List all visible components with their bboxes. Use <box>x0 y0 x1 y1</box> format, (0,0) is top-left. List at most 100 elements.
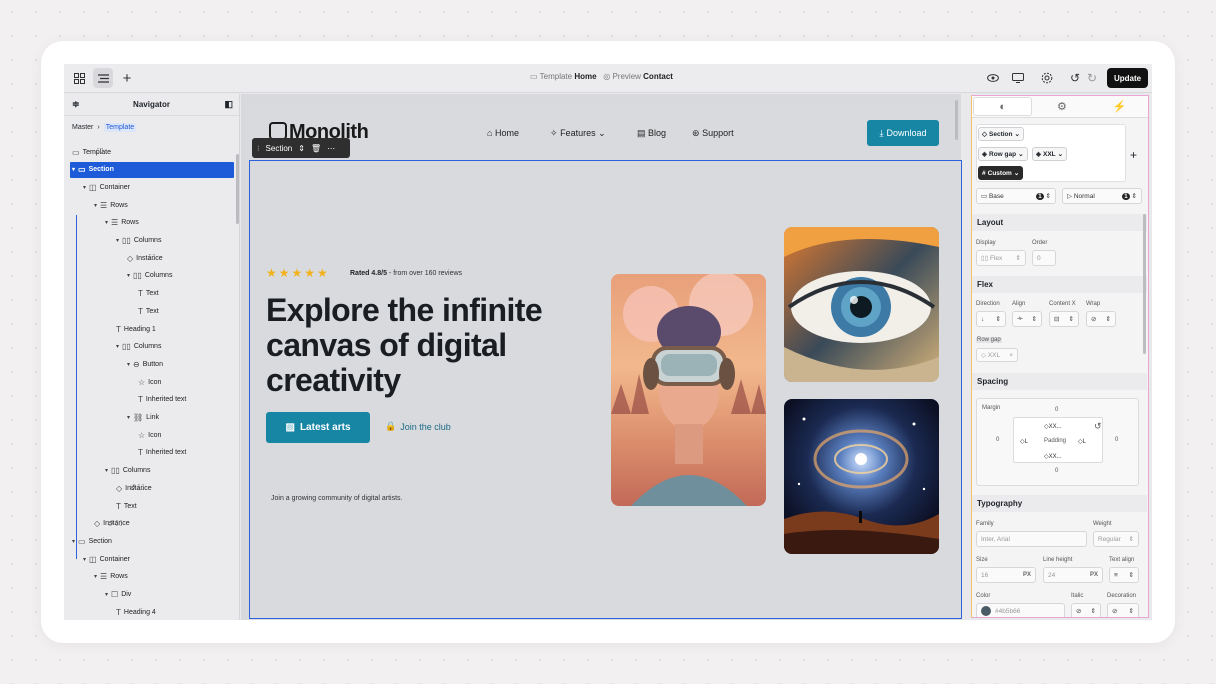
margin-left-value[interactable]: 0 <box>996 437 999 443</box>
display-select[interactable]: ▯▯ Flex ⇕ <box>976 250 1026 266</box>
tree-row[interactable]: ▾ ⛓ Link <box>64 410 159 426</box>
selector-section-chip[interactable]: ◇ Section ⌄ <box>978 127 1024 141</box>
tree-row[interactable]: ▾ ⊖ Button <box>64 356 163 372</box>
page-switcher[interactable]: ▭ Template Home ◎ Preview Contact <box>530 72 673 81</box>
breadcrumb-master[interactable]: Master <box>72 124 93 131</box>
align-select[interactable]: ⟛ ⇕ <box>1012 311 1042 327</box>
focus-icon[interactable]: ⛶ <box>149 253 155 263</box>
padding-left-token[interactable]: ◇L <box>1020 438 1028 445</box>
site-nav-support[interactable]: ⊛ Support <box>692 128 734 139</box>
tree-row[interactable]: T Text <box>64 498 137 514</box>
color-input[interactable]: #4b5b66 <box>976 603 1065 617</box>
tree-row[interactable]: ▾ ▭ Section <box>70 161 234 178</box>
tree-row[interactable]: T Inherited text <box>64 445 186 461</box>
font-family-input[interactable]: Inter, Arial <box>976 531 1087 547</box>
reset-focus-icon[interactable]: ↺ ⛶ <box>107 519 122 529</box>
redo-icon[interactable]: ↻ <box>1082 68 1102 88</box>
interactions-tab-icon[interactable]: ⚡ <box>1091 96 1148 117</box>
order-input[interactable]: 0 <box>1032 250 1056 266</box>
margin-top-value[interactable]: 0 <box>1055 407 1058 413</box>
padding-right-token[interactable]: ◇L <box>1078 438 1086 445</box>
site-nav-blog[interactable]: ▤ Blog <box>637 128 666 139</box>
wrap-select[interactable]: ⊘ ⇕ <box>1086 311 1116 327</box>
margin-bottom-value[interactable]: 0 <box>1055 468 1058 474</box>
drag-handle-icon[interactable]: ⁝ <box>257 144 260 153</box>
sidebar-icon[interactable]: ◧ <box>224 99 233 110</box>
padding-top-token[interactable]: ◇XX... <box>1044 423 1062 430</box>
layout-section-title[interactable]: Layout <box>972 214 1147 231</box>
chevron-down-icon[interactable]: ▾ <box>72 538 75 545</box>
chevron-down-icon[interactable]: ▾ <box>116 237 119 244</box>
chevron-down-icon[interactable]: ▾ <box>94 202 97 209</box>
margin-right-value[interactable]: 0 <box>1115 437 1118 443</box>
settings-tab-icon[interactable]: ⚙ <box>1033 96 1090 117</box>
tree-row[interactable]: ▭ Template ⛶ <box>64 144 111 160</box>
tree-row[interactable]: T Text <box>64 303 159 319</box>
direction-select[interactable]: ↓ ⇕ <box>976 311 1006 327</box>
spacing-section-title[interactable]: Spacing <box>972 373 1147 390</box>
tree-row[interactable]: ☆ Icon <box>64 427 161 443</box>
chevron-down-icon[interactable]: ▾ <box>94 573 97 580</box>
more-icon[interactable]: ⋯ <box>327 144 335 153</box>
join-club-link[interactable]: 🔒 Join the club <box>385 421 451 432</box>
tree-row[interactable]: ▾ ☐ Div <box>64 587 131 603</box>
add-icon[interactable]: + <box>117 68 137 88</box>
trash-icon[interactable]: 🗑 <box>311 144 321 153</box>
xxl-chip[interactable]: ◈ XXL ⌄ <box>1032 147 1068 161</box>
chevron-down-icon[interactable]: ▾ <box>116 343 119 350</box>
line-height-input[interactable]: 24 PX <box>1043 567 1103 583</box>
chevron-down-icon[interactable]: ▾ <box>72 166 75 173</box>
settings-icon[interactable] <box>1037 68 1057 88</box>
focus-icon[interactable]: ⛶ <box>97 147 103 157</box>
tree-row[interactable]: ▾ ◫ Container <box>64 551 130 567</box>
chevron-down-icon[interactable]: ▾ <box>127 361 130 368</box>
tree-row[interactable]: ▾ ☰ Rows <box>64 197 128 213</box>
collapse-icon[interactable]: ≑ <box>72 99 80 110</box>
navigator-scrollbar[interactable] <box>236 154 239 224</box>
chevron-down-icon[interactable]: ▾ <box>127 272 130 279</box>
element-toolbar-label[interactable]: Section <box>266 144 293 153</box>
color-swatch[interactable] <box>981 606 991 616</box>
latest-arts-button[interactable]: ▨ Latest arts <box>266 412 370 443</box>
typography-section-title[interactable]: Typography <box>972 495 1147 512</box>
remove-icon[interactable]: × <box>1009 352 1013 359</box>
grid-icon[interactable] <box>69 68 89 88</box>
font-weight-select[interactable]: Regular ⇕ <box>1093 531 1139 547</box>
tree-row[interactable]: ▾ ▯▯ Columns <box>64 233 161 249</box>
tree-row[interactable]: ◇ Instance ↺ ⛶ <box>64 480 152 496</box>
tree-row[interactable]: ▾ ◫ Container <box>64 179 130 195</box>
tree-row[interactable]: ▾ ▯▯ Columns <box>64 268 172 284</box>
text-align-select[interactable]: ≡ ⇕ <box>1109 567 1139 583</box>
tree-row[interactable]: T Heading 1 <box>64 321 156 337</box>
tree-row[interactable]: T Heading 4 <box>64 604 156 620</box>
chevron-down-icon[interactable]: ▾ <box>105 467 108 474</box>
reset-focus-icon[interactable]: ↺ ⛶ <box>129 483 144 493</box>
eye-icon[interactable] <box>983 68 1003 88</box>
tree-row[interactable]: T Text <box>64 286 159 302</box>
chevron-down-icon[interactable]: ▾ <box>105 219 108 226</box>
tree-row[interactable]: ▾ ▭ Section <box>64 533 112 549</box>
chevron-down-icon[interactable]: ▾ <box>83 184 86 191</box>
padding-bottom-token[interactable]: ◇XX... <box>1044 453 1062 460</box>
tree-row[interactable]: ☆ Icon <box>64 374 161 390</box>
chevron-down-icon[interactable]: ▾ <box>105 591 108 598</box>
reset-icon[interactable]: ↺ <box>1094 421 1102 432</box>
state-select[interactable]: ▷ Normal 1 ⇕ <box>1062 188 1142 204</box>
chevron-down-icon[interactable]: ▾ <box>127 414 130 421</box>
chevron-down-icon[interactable]: ▾ <box>83 556 86 563</box>
update-button[interactable]: Update <box>1107 68 1148 88</box>
tree-row[interactable]: T Inherited text <box>64 392 186 408</box>
tree-row[interactable]: ▾ ▯▯ Columns <box>64 339 161 355</box>
decoration-select[interactable]: ⊘ ⇕ <box>1107 603 1139 617</box>
rowgap-chip[interactable]: ◈ Row gap ⌄ <box>978 147 1028 161</box>
breadcrumb-template[interactable]: Template <box>103 122 137 132</box>
site-nav-features[interactable]: ✧ Features ⌄ <box>550 128 606 139</box>
site-nav-home[interactable]: ⌂ Home <box>487 128 519 138</box>
tree-row[interactable]: ◇ Instance ↺ ⛶ <box>64 516 130 532</box>
flex-section-title[interactable]: Flex <box>972 276 1147 293</box>
navigator-toggle-icon[interactable] <box>93 68 113 88</box>
style-tab-icon[interactable]: ◐ <box>973 97 1033 116</box>
breakpoint-select[interactable]: ▭ Base 1 ⇕ <box>976 188 1056 204</box>
content-x-select[interactable]: ⊟ ⇕ <box>1049 311 1079 327</box>
italic-select[interactable]: ⊘ ⇕ <box>1071 603 1101 617</box>
